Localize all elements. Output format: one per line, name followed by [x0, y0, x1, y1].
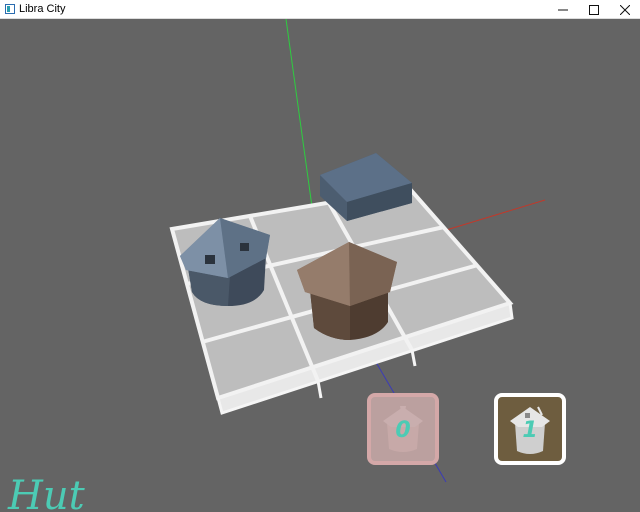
minimize-button[interactable] — [548, 0, 578, 19]
hotbar-slot-0[interactable]: 0 — [367, 393, 439, 465]
hotbar-slot-1[interactable]: 1 — [494, 393, 566, 465]
close-button[interactable] — [610, 0, 640, 19]
app-icon — [5, 4, 15, 14]
slot-count: 1 — [522, 418, 538, 443]
title-bar[interactable]: Libra City — [0, 0, 640, 19]
maximize-icon — [589, 4, 599, 15]
selected-item-label: Hut — [8, 473, 85, 512]
slot-count: 0 — [395, 418, 411, 443]
close-icon — [620, 4, 630, 15]
minimize-icon — [558, 9, 568, 10]
window-title: Libra City — [19, 3, 66, 15]
3d-viewport[interactable]: 0 1 Hut — [0, 19, 640, 512]
app-window: Libra City 0 1 Hut — [0, 0, 640, 512]
maximize-button[interactable] — [579, 0, 609, 19]
